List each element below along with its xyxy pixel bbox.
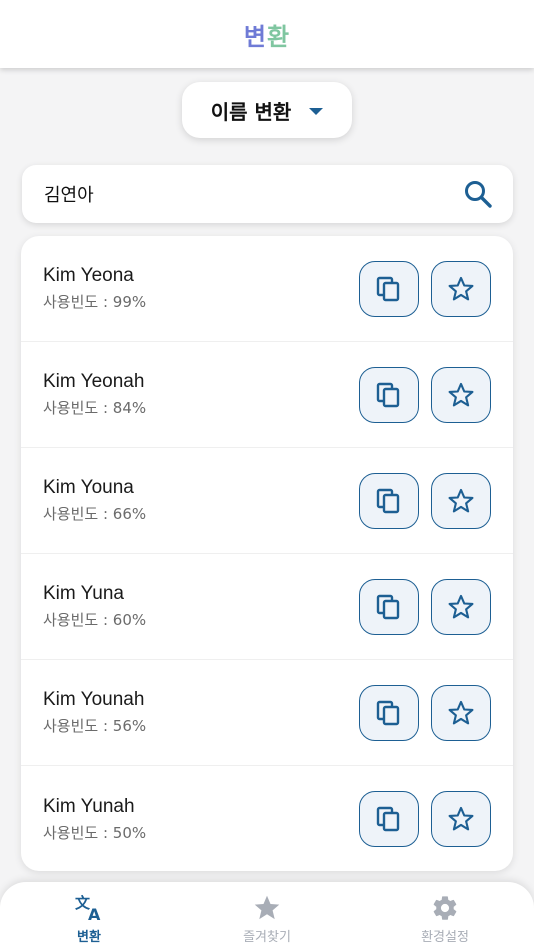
search-icon	[465, 181, 492, 208]
result-name: Kim Yeonah	[43, 371, 145, 392]
result-text: Kim Yunah 사용빈도 : 50%	[43, 796, 347, 843]
result-text: Kim Yeonah 사용빈도 : 84%	[43, 371, 347, 418]
app-title: 변환	[244, 17, 290, 52]
copy-button[interactable]	[359, 791, 419, 847]
result-frequency: 사용빈도 : 99%	[43, 293, 147, 311]
result-text: Kim Yuna 사용빈도 : 60%	[43, 583, 347, 630]
nav-tab-convert[interactable]: 文 A 변환	[14, 894, 164, 945]
result-frequency: 사용빈도 : 56%	[43, 717, 147, 735]
bottom-nav: 文 A 변환 즐겨찾기 환경설정	[0, 882, 534, 950]
favorite-button[interactable]	[431, 791, 491, 847]
star-icon	[448, 594, 474, 618]
result-name: Kim Yuna	[43, 583, 124, 604]
star-icon	[448, 488, 474, 512]
star-icon	[448, 382, 474, 406]
result-frequency: 사용빈도 : 60%	[43, 611, 147, 629]
app-header: 변환	[0, 0, 534, 68]
copy-button[interactable]	[359, 260, 419, 317]
result-frequency: 사용빈도 : 84%	[43, 399, 147, 417]
copy-button[interactable]	[359, 366, 419, 423]
result-item: Kim Yuna 사용빈도 : 60%	[21, 554, 513, 660]
star-icon	[448, 806, 474, 831]
translate-icon: 文 A	[75, 894, 101, 922]
copy-icon	[376, 700, 400, 725]
star-icon	[448, 276, 474, 300]
gear-icon	[433, 896, 457, 920]
star-icon	[448, 700, 474, 724]
copy-button[interactable]	[359, 472, 419, 529]
result-text: Kim Younah 사용빈도 : 56%	[43, 689, 347, 736]
nav-tab-settings[interactable]: 환경설정	[370, 894, 520, 945]
favorite-button[interactable]	[431, 260, 491, 317]
result-item: Kim Yeona 사용빈도 : 99%	[21, 236, 513, 342]
result-name: Kim Younah	[43, 689, 145, 710]
conversion-mode-dropdown[interactable]: 이름 변환	[182, 82, 352, 138]
nav-label-favorites: 즐겨찾기	[243, 930, 291, 945]
copy-icon	[376, 594, 400, 619]
copy-icon	[376, 488, 400, 513]
copy-icon	[376, 382, 400, 407]
copy-icon	[376, 806, 400, 832]
result-frequency: 사용빈도 : 50%	[43, 823, 147, 842]
favorite-button[interactable]	[431, 366, 491, 423]
svg-text:A: A	[88, 905, 101, 922]
result-item: Kim Yeonah 사용빈도 : 84%	[21, 342, 513, 448]
search-input[interactable]	[44, 183, 461, 205]
app-title-part2: 환	[267, 22, 291, 51]
nav-label-settings: 환경설정	[421, 930, 469, 945]
result-name: Kim Yunah	[43, 795, 135, 817]
nav-label-convert: 변환	[77, 930, 101, 945]
app-title-part1: 변	[243, 22, 267, 51]
copy-button[interactable]	[359, 684, 419, 741]
star-icon	[254, 895, 280, 920]
result-text: Kim Youna 사용빈도 : 66%	[43, 477, 347, 524]
search-button[interactable]	[461, 177, 495, 211]
result-name: Kim Yeona	[43, 265, 134, 286]
chevron-down-icon	[309, 107, 324, 115]
result-item: Kim Youna 사용빈도 : 66%	[21, 448, 513, 554]
nav-tab-favorites[interactable]: 즐겨찾기	[192, 894, 342, 945]
copy-button[interactable]	[359, 578, 419, 635]
result-text: Kim Yeona 사용빈도 : 99%	[43, 265, 347, 312]
result-item: Kim Younah 사용빈도 : 56%	[21, 660, 513, 766]
search-box	[22, 165, 513, 223]
copy-icon	[376, 276, 400, 301]
favorite-button[interactable]	[431, 578, 491, 635]
results-list: Kim Yeona 사용빈도 : 99% Kim Yeonah 사용빈도 : 8…	[21, 236, 513, 871]
mode-dropdown-label: 이름 변환	[210, 99, 292, 124]
favorite-button[interactable]	[431, 684, 491, 741]
favorite-button[interactable]	[431, 472, 491, 529]
result-item: Kim Yunah 사용빈도 : 50%	[21, 766, 513, 871]
result-name: Kim Youna	[43, 477, 134, 498]
result-frequency: 사용빈도 : 66%	[43, 505, 147, 523]
